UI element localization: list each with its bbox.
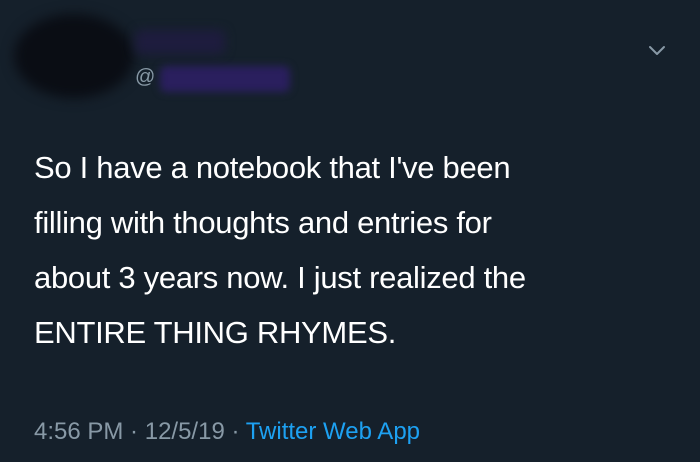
tweet-text: So I have a notebook that I've been fill…: [34, 140, 674, 360]
tweet-source-link[interactable]: Twitter Web App: [246, 418, 420, 445]
tweet-date[interactable]: 12/5/19: [145, 418, 225, 445]
tweet-text-line: filling with thoughts and entries for: [34, 205, 492, 240]
tweet-text-line: So I have a notebook that I've been: [34, 150, 511, 185]
tweet-card: @ So I have a notebook that I've been fi…: [0, 0, 700, 462]
chevron-down-icon[interactable]: [646, 40, 668, 62]
tweet-meta: 4:56 PM · 12/5/19 · Twitter Web App: [34, 416, 420, 448]
meta-separator: ·: [123, 418, 145, 445]
display-name-redacted[interactable]: [135, 30, 225, 54]
handle-prefix: @: [135, 66, 156, 88]
tweet-time[interactable]: 4:56 PM: [34, 418, 123, 445]
tweet-text-line: about 3 years now. I just realized the: [34, 260, 526, 295]
meta-separator: ·: [224, 418, 246, 445]
tweet-text-line: ENTIRE THING RHYMES.: [34, 315, 397, 350]
avatar-redacted[interactable]: [14, 14, 134, 98]
handle-redacted[interactable]: [160, 66, 290, 92]
